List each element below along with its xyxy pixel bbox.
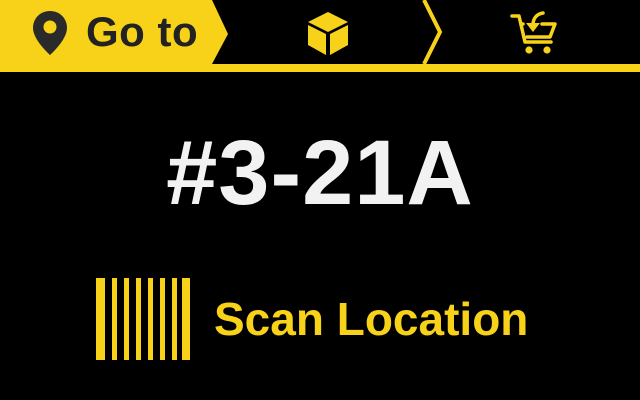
step-return	[440, 0, 640, 66]
scanner-screen: Go to #3-21A Scan Location	[0, 0, 640, 400]
location-code: #3-21A	[166, 122, 474, 224]
location-pin-icon	[33, 11, 67, 55]
box-icon	[308, 12, 348, 55]
step-goto-label: Go to	[86, 8, 199, 55]
step-progress-bar: Go to	[0, 0, 640, 72]
step-pick	[214, 0, 442, 66]
scan-location-prompt[interactable]: Scan Location	[96, 278, 556, 360]
cart-return-icon	[510, 11, 557, 54]
scan-location-label: Scan Location	[214, 293, 529, 345]
barcode-icon	[96, 278, 190, 360]
step-goto: Go to	[0, 0, 212, 66]
